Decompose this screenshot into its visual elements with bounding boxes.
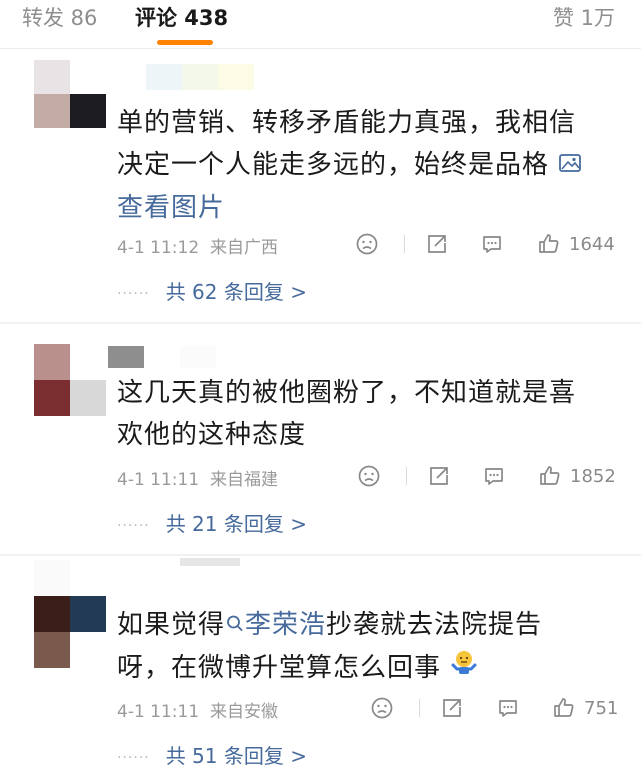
tab-comments[interactable]: 评论 438 — [135, 4, 228, 32]
action-divider — [404, 235, 405, 253]
view-replies-link[interactable]: ······ 共 21 条回复 > — [117, 508, 307, 538]
comment-item: 这几天真的被他圈粉了，不知道就是喜 欢他的这种态度 4-1 11:11 来自福建… — [0, 324, 641, 554]
like-button[interactable]: 1852 — [538, 461, 616, 491]
comment-time: 4-1 11:12 来自广西 — [117, 238, 278, 258]
mention-link[interactable]: 李荣浩 — [225, 610, 326, 640]
comment-location: 来自福建 — [209, 470, 278, 490]
replies-label[interactable]: 共 21 条回复 > — [166, 512, 307, 536]
comment-meta: 4-1 11:11 来自福建 1852 — [117, 461, 627, 491]
view-image-link[interactable]: 查看图片 — [117, 187, 617, 229]
comment-button[interactable] — [482, 461, 506, 491]
action-divider — [419, 699, 420, 717]
comment-text-line: 欢他的这种态度 — [117, 420, 307, 450]
comment-location: 来自广西 — [209, 238, 278, 258]
comment-text: 这几天真的被他圈粉了，不知道就是喜 欢他的这种态度 — [117, 372, 617, 456]
comment-button[interactable] — [496, 693, 520, 723]
comment-time: 4-1 11:11 来自安徽 — [117, 702, 278, 722]
comment-item: 如果觉得 李荣浩抄袭就去法院提告 呀，在微博升堂算怎么回事 4-1 11:11 来… — [0, 556, 641, 773]
active-tab-indicator — [157, 40, 213, 45]
dotted-line-icon: ······ — [117, 749, 150, 766]
tab-likes[interactable]: 赞 1万 — [553, 4, 615, 32]
comment-time: 4-1 11:11 来自福建 — [117, 470, 278, 490]
comment-text-line: 如果觉得 — [117, 610, 226, 640]
comment-item: 单的营销、转移矛盾能力真强，我相信 决定一个人能走多远的，始终是品格 查看图片 … — [0, 56, 641, 322]
frown-icon — [358, 465, 380, 487]
replies-label[interactable]: 共 51 条回复 > — [166, 744, 307, 768]
avatar[interactable] — [34, 560, 106, 668]
repost-icon — [430, 467, 448, 485]
comment-meta: 4-1 11:11 来自安徽 751 — [117, 693, 627, 723]
comment-text-line: 单的营销、转移矛盾能力真强，我相信 — [117, 108, 577, 138]
dislike-button[interactable] — [355, 229, 379, 259]
repost-icon — [443, 699, 461, 717]
dotted-line-icon: ······ — [117, 285, 150, 302]
thumbs-up-icon — [554, 698, 574, 717]
frown-icon — [356, 233, 378, 255]
repost-button[interactable] — [440, 693, 464, 723]
comment-icon — [499, 700, 517, 717]
comment-icon — [483, 236, 501, 253]
username[interactable] — [146, 64, 266, 90]
dislike-button[interactable] — [357, 461, 381, 491]
comment-text-line: 呀，在微博升堂算怎么回事 — [117, 652, 442, 683]
image-icon — [558, 145, 582, 187]
action-divider — [406, 467, 407, 485]
comment-text-line: 这几天真的被他圈粉了，不知道就是喜 — [117, 378, 577, 408]
username[interactable] — [108, 346, 258, 368]
comment-location: 来自安徽 — [209, 702, 278, 722]
thumbs-up-icon — [540, 466, 560, 485]
username[interactable] — [180, 558, 310, 566]
dislike-button[interactable] — [370, 693, 394, 723]
repost-icon — [428, 235, 446, 253]
comment-icon — [485, 468, 503, 485]
comment-text-line: 决定一个人能走多远的，始终是品格 — [117, 150, 550, 180]
repost-button[interactable] — [425, 229, 449, 259]
comment-text: 单的营销、转移矛盾能力真强，我相信 决定一个人能走多远的，始终是品格 查看图片 — [117, 102, 617, 229]
repost-button[interactable] — [427, 461, 451, 491]
comment-text-line: 抄袭就去法院提告 — [326, 610, 543, 640]
thumbs-up-icon — [539, 234, 559, 253]
comment-meta: 4-1 11:12 来自广西 1644 — [117, 229, 627, 259]
search-icon — [225, 605, 245, 647]
dotted-line-icon: ······ — [117, 517, 150, 534]
avatar[interactable] — [34, 60, 106, 128]
view-replies-link[interactable]: ······ 共 51 条回复 > — [117, 740, 307, 770]
comment-tab-bar: 转发 86 评论 438 赞 1万 — [0, 0, 641, 49]
view-replies-link[interactable]: ······ 共 62 条回复 > — [117, 276, 307, 306]
replies-label[interactable]: 共 62 条回复 > — [166, 280, 307, 304]
comment-button[interactable] — [480, 229, 504, 259]
like-count: 751 — [584, 697, 619, 719]
like-count: 1852 — [570, 465, 616, 487]
avatar[interactable] — [34, 344, 106, 416]
frown-icon — [371, 697, 393, 719]
comment-text: 如果觉得 李荣浩抄袭就去法院提告 呀，在微博升堂算怎么回事 — [117, 604, 617, 689]
tab-reposts[interactable]: 转发 86 — [22, 4, 97, 32]
like-count: 1644 — [569, 233, 615, 255]
like-button[interactable]: 751 — [552, 693, 618, 723]
like-button[interactable]: 1644 — [537, 229, 615, 259]
shrug-emoji-icon — [450, 647, 478, 689]
